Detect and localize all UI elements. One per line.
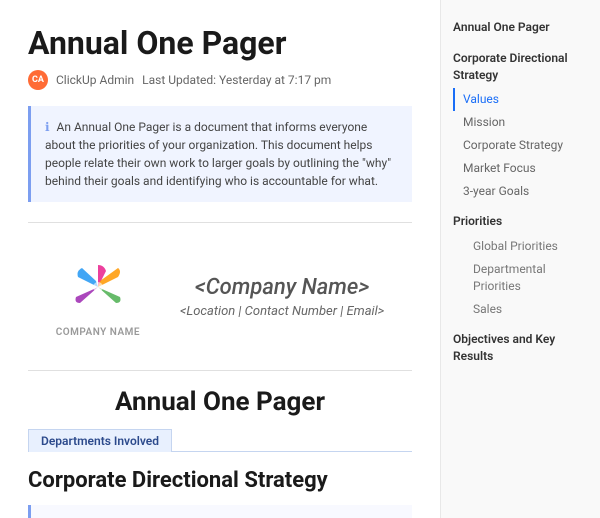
annual-one-pager-heading: Annual One Pager xyxy=(28,387,412,417)
tabs-row: Departments Involved xyxy=(28,429,412,452)
sidebar-item[interactable]: Sales xyxy=(453,298,588,321)
sidebar-item[interactable]: Priorities xyxy=(453,210,588,233)
sidebar-item[interactable]: Corporate Directional Strategy xyxy=(453,47,588,87)
divider-1 xyxy=(28,222,412,223)
company-contact: <Location | Contact Number | Email> xyxy=(180,304,384,319)
sidebar-item[interactable]: Annual One Pager xyxy=(453,16,588,39)
sidebar-item[interactable]: Global Priorities xyxy=(453,235,588,258)
sidebar-item[interactable]: Values xyxy=(453,88,588,111)
strategy-box: A directional strategy helps businesses … xyxy=(28,505,412,518)
sidebar-item[interactable]: Market Focus xyxy=(453,157,588,180)
divider-2 xyxy=(28,370,412,371)
doc-meta: CA ClickUp Admin Last Updated: Yesterday… xyxy=(28,70,412,90)
tab-underline xyxy=(172,429,412,452)
last-updated: Last Updated: Yesterday at 7:17 pm xyxy=(142,73,331,87)
corporate-section: Corporate Directional Strategy A directi… xyxy=(28,468,412,518)
main-content: Annual One Pager CA ClickUp Admin Last U… xyxy=(0,0,440,518)
corporate-heading: Corporate Directional Strategy xyxy=(28,468,412,493)
sidebar-item[interactable]: 3-year Goals xyxy=(453,180,588,203)
sidebar-item[interactable]: Departmental Priorities xyxy=(453,258,588,298)
departments-tab[interactable]: Departments Involved xyxy=(28,429,172,452)
company-info: <Company Name> <Location | Contact Numbe… xyxy=(180,275,384,319)
info-box-text: An Annual One Pager is a document that i… xyxy=(45,120,391,188)
company-logo: COMPANY NAME xyxy=(56,255,140,338)
page-title: Annual One Pager xyxy=(28,24,412,62)
company-section: COMPANY NAME <Company Name> <Location | … xyxy=(28,239,412,354)
sidebar-item[interactable]: Mission xyxy=(453,111,588,134)
sidebar-item[interactable]: Objectives and Key Results xyxy=(453,328,588,368)
company-name-placeholder: <Company Name> xyxy=(180,275,384,300)
sidebar-item[interactable]: Corporate Strategy xyxy=(453,134,588,157)
author-name: ClickUp Admin xyxy=(56,73,134,87)
avatar: CA xyxy=(28,70,48,90)
info-box: ℹ An Annual One Pager is a document that… xyxy=(28,106,412,202)
company-name-label: COMPANY NAME xyxy=(56,327,140,338)
sidebar: Annual One Pager Corporate Directional St… xyxy=(440,0,600,518)
logo-svg xyxy=(66,255,130,319)
info-icon: ℹ xyxy=(45,118,50,136)
